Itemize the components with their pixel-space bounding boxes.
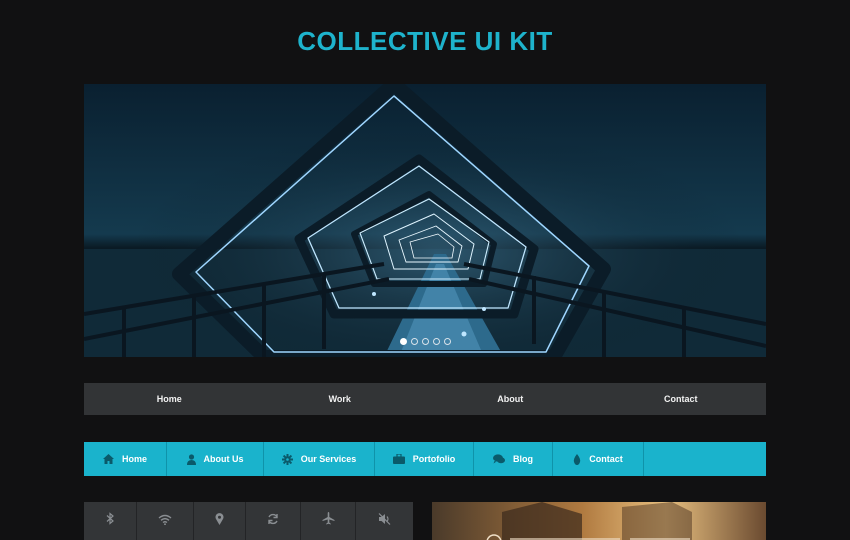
- navbar-cyan: Home About Us Our Services Portofolio Blog Co…: [84, 442, 766, 476]
- photo-card-image: [432, 502, 766, 540]
- nav-grey-item-about[interactable]: About: [425, 383, 596, 415]
- nav-cyan-item-our-services[interactable]: Our Services: [264, 442, 375, 476]
- wifi-icon: [158, 512, 172, 530]
- airplane-icon: [322, 512, 335, 530]
- nav-cyan-label: About Us: [203, 454, 244, 464]
- slider-dot[interactable]: [432, 338, 440, 345]
- slider-dot[interactable]: [443, 338, 451, 345]
- nav-cyan-label: Portofolio: [412, 454, 456, 464]
- airplane-button[interactable]: [301, 502, 356, 540]
- icon-toolbar: [84, 502, 413, 540]
- briefcase-icon: [392, 454, 405, 464]
- wifi-button[interactable]: [137, 502, 194, 540]
- image-slider[interactable]: [84, 84, 766, 357]
- location-pin-icon: [215, 512, 224, 530]
- location-pin-button[interactable]: [194, 502, 246, 540]
- bluetooth-button[interactable]: [84, 502, 137, 540]
- bluetooth-icon: [105, 512, 115, 530]
- nav-cyan-label: Contact: [589, 454, 623, 464]
- slider-dot[interactable]: [421, 338, 429, 345]
- nav-cyan-item-contact[interactable]: Contact: [553, 442, 644, 476]
- home-icon: [102, 454, 114, 464]
- refresh-button[interactable]: [246, 502, 301, 540]
- nav-cyan-item-blog[interactable]: Blog: [474, 442, 553, 476]
- nav-cyan-item-portofolio[interactable]: Portofolio: [375, 442, 474, 476]
- slider-pagination: [84, 338, 766, 345]
- slider-dot[interactable]: [399, 338, 407, 345]
- user-icon: [186, 453, 196, 465]
- slider-image-bridge: [84, 84, 766, 357]
- slider-dot[interactable]: [410, 338, 418, 345]
- nav-cyan-label: Blog: [513, 454, 533, 464]
- nav-cyan-item-home[interactable]: Home: [84, 442, 167, 476]
- nav-grey-item-home[interactable]: Home: [84, 383, 255, 415]
- nav-cyan-label: Our Services: [300, 454, 357, 464]
- chat-icon: [493, 454, 505, 464]
- nav-grey-item-contact[interactable]: Contact: [596, 383, 767, 415]
- nav-cyan-label: Home: [121, 454, 147, 464]
- nav-grey-item-work[interactable]: Work: [255, 383, 426, 415]
- nav-cyan-item-about-us[interactable]: About Us: [167, 442, 264, 476]
- navbar-grey: Home Work About Contact: [84, 383, 766, 415]
- page-title: COLLECTIVE UI KIT: [297, 26, 553, 56]
- mute-button[interactable]: [356, 502, 413, 540]
- mute-icon: [378, 512, 391, 530]
- refresh-icon: [267, 512, 279, 530]
- gear-icon: [281, 453, 293, 465]
- fire-icon: [573, 453, 581, 465]
